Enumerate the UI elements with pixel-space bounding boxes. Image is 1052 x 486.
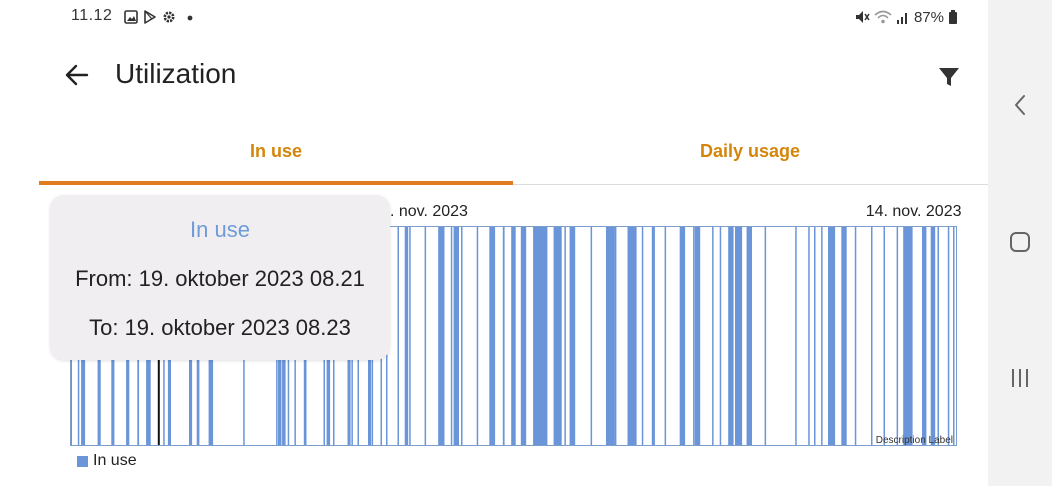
tooltip-from: From: 19. oktober 2023 08.21 [75,266,365,291]
usage-bar-35[interactable] [404,226,409,446]
usage-bar-59[interactable] [641,226,644,446]
usage-bar-45[interactable] [502,226,505,446]
usage-bar-wide-15[interactable] [828,226,836,446]
chart-tooltip: In use From: 19. oktober 2023 08.21 To: … [50,195,390,360]
tab-indicator [39,181,513,185]
usage-bar-41[interactable] [461,226,463,446]
recents-icon [1012,369,1028,387]
usage-bar-wide-12[interactable] [728,226,734,446]
usage-bar-60[interactable] [651,226,655,446]
play-store-icon [144,10,156,24]
usage-bar-wide-5[interactable] [533,226,548,446]
usage-bar-wide-4[interactable] [520,226,527,446]
usage-bar-65[interactable] [712,226,714,446]
usage-bar-wide-19[interactable] [922,226,927,446]
nav-recents-button[interactable] [988,352,1052,404]
tab-bar: In use Daily usage [39,132,988,185]
page-title: Utilization [115,58,237,89]
tooltip-to: To: 19. oktober 2023 08.23 [89,315,351,340]
dot-icon [187,15,193,21]
mute-icon [855,11,870,23]
filter-icon [939,68,959,86]
usage-bar-36[interactable] [409,226,411,446]
usage-bar-wide-8[interactable] [606,226,615,446]
usage-bar-wide-20[interactable] [930,226,936,446]
usage-bar-wide-11[interactable] [694,226,701,446]
nav-home-button[interactable] [988,216,1052,268]
nav-back-button[interactable] [988,79,1052,131]
usage-bar-39[interactable] [450,226,453,446]
usage-bar-42[interactable] [476,226,479,446]
usage-bar-wide-1[interactable] [453,226,459,446]
description-label: Description Label [876,435,953,446]
usage-bar-wide-13[interactable] [735,226,743,446]
legend-label: In use [93,452,137,469]
usage-bar-66[interactable] [719,226,722,446]
usage-bar-78[interactable] [871,226,873,446]
tab-daily-usage[interactable]: Daily usage [513,132,987,184]
filter-button[interactable] [934,62,964,92]
usage-bar-wide-3[interactable] [511,226,516,446]
usage-bar-54[interactable] [590,226,593,446]
status-icons-left [124,8,195,26]
usage-bar-74[interactable] [821,226,823,446]
legend-swatch [77,455,88,467]
usage-bar-wide-9[interactable] [627,226,636,446]
app-bar: Utilization [0,40,988,112]
usage-bar-51[interactable] [564,226,566,446]
status-icons-right: 87% [854,8,958,26]
battery-icon [949,10,957,24]
battery-level: 87% [913,8,944,26]
usage-bar-80[interactable] [896,226,899,446]
usage-bar-wide-6[interactable] [553,226,562,446]
x-tick-label-0: 3. nov. 2023 [381,203,468,220]
usage-bar-wide-17[interactable] [903,226,909,446]
usage-bar-wide-14[interactable] [746,226,752,446]
usage-bar-wide-18[interactable] [908,226,913,446]
usage-bar-77[interactable] [854,226,857,446]
chevron-left-icon [1015,95,1025,115]
usage-bar-wide-7[interactable] [569,226,575,446]
settings-icon [163,11,175,23]
tab-in-use[interactable]: In use [39,132,513,184]
usage-bar-wide-10[interactable] [679,226,686,446]
status-bar: 11.12 87% [0,0,988,34]
usage-bar-73[interactable] [814,226,816,446]
arrow-left-icon [65,64,89,86]
x-tick-label-1: 14. nov. 2023 [866,203,962,220]
usage-bar-56[interactable] [614,226,617,446]
usage-bar-wide-2[interactable] [489,226,494,446]
system-nav-bar [988,0,1052,486]
image-icon [124,10,138,24]
status-time: 11.12 [71,7,113,24]
usage-bar-72[interactable] [808,226,810,446]
usage-bar-63[interactable] [693,226,695,446]
chart-legend: In use [77,452,137,470]
usage-bar-87[interactable] [953,226,955,446]
usage-bar-34[interactable] [397,226,400,446]
usage-bar-37[interactable] [424,226,427,446]
usage-bar-70[interactable] [764,226,767,446]
usage-bar-wide-16[interactable] [841,226,847,446]
usage-bar-61[interactable] [664,226,667,446]
back-button[interactable] [60,58,94,92]
usage-bar-79[interactable] [883,226,886,446]
usage-bar-44[interactable] [493,226,496,446]
usage-bar-wide-0[interactable] [438,226,445,446]
wifi-icon [874,10,892,24]
usage-bar-86[interactable] [947,226,950,446]
home-square-icon [1010,232,1030,252]
usage-bar-85[interactable] [937,226,940,446]
tooltip-title: In use [190,217,250,242]
signal-icon [896,13,907,24]
usage-bar-71[interactable] [795,226,797,446]
ticks-layer: 3. nov. 2023 14. nov. 2023 [381,203,962,220]
